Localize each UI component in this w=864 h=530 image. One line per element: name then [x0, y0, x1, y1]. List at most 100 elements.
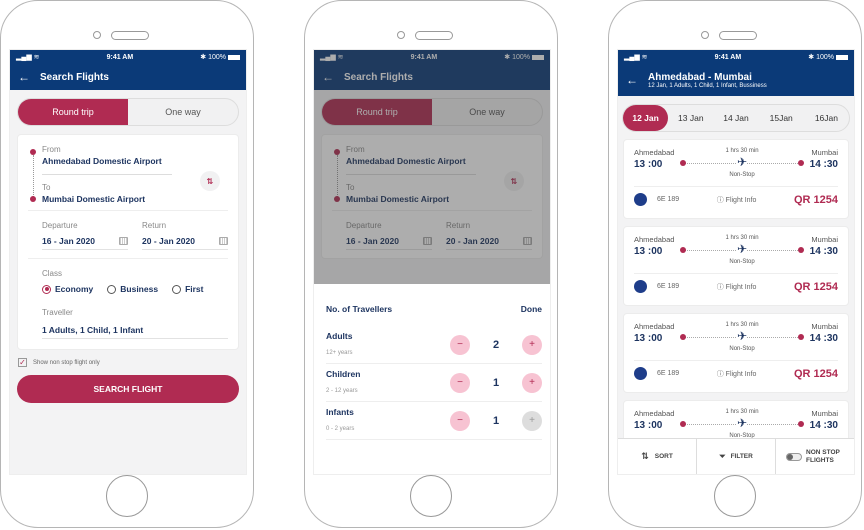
- radio-label: Business: [120, 284, 159, 294]
- airline-logo: [634, 367, 647, 380]
- date-tab[interactable]: 14 Jan: [713, 113, 758, 123]
- destination-dot: [797, 247, 804, 253]
- departure-time: 13 :00: [634, 420, 663, 431]
- plus-button[interactable]: +: [522, 334, 542, 355]
- home-button[interactable]: [410, 475, 452, 517]
- flight-info-label: Flight Info: [725, 370, 757, 378]
- speaker: [719, 31, 757, 40]
- stops-label: Non-Stop: [729, 346, 755, 352]
- plus-button[interactable]: +: [522, 372, 542, 393]
- search-form: From Ahmedabad Domestic Airport To Mumba…: [17, 134, 239, 350]
- flight-duration: 1 hrs 30 min: [725, 235, 759, 241]
- count-value: 1: [492, 376, 500, 389]
- to-field[interactable]: To Mumbai Domestic Airport: [42, 183, 228, 204]
- toggle-switch[interactable]: [786, 452, 802, 461]
- stops-label: Non-Stop: [729, 172, 755, 178]
- search-screen: ▂▄▆ ≋ 9:41 AM ✱ 100% ← Search Flights Round…: [9, 49, 247, 475]
- trip-type-toggle: Round trip One way: [17, 98, 239, 126]
- class-label: Class: [42, 269, 63, 278]
- back-arrow-icon[interactable]: ←: [626, 73, 638, 87]
- date-tab[interactable]: 13 Jan: [668, 113, 713, 123]
- departure-time: 13 :00: [634, 333, 663, 344]
- row-label: Adults: [326, 330, 353, 341]
- battery-indicator: ✱ 100%: [200, 53, 240, 61]
- filter-button[interactable]: ⏷ FILTER: [697, 439, 776, 474]
- phone-results: ▂▄▆ ≋ 9:41 AM ✱ 100% ← Ahmedabad - Mumbai 1…: [608, 0, 862, 528]
- home-button[interactable]: [106, 475, 148, 517]
- plus-button-disabled[interactable]: +: [522, 410, 542, 431]
- minus-button[interactable]: −: [450, 334, 470, 355]
- flight-card[interactable]: Ahmedabad 13 :00 1 hrs 30 min ✈ Non-Stop …: [623, 313, 849, 393]
- from-divider: [42, 174, 172, 175]
- filter-label: FILTER: [730, 453, 753, 460]
- status-bar: ▂▄▆ ≋ 9:41 AM ✱ 100%: [618, 50, 854, 64]
- arrival-time: 14 :30: [809, 159, 838, 170]
- tab-round-trip[interactable]: Round trip: [18, 99, 128, 125]
- flight-info-link[interactable]: ⓘ Flight Info: [679, 282, 794, 292]
- flight-info-label: Flight Info: [725, 283, 757, 291]
- swap-icon[interactable]: ⇅: [200, 171, 220, 191]
- speaker: [111, 31, 149, 40]
- search-flight-button[interactable]: SEARCH FLIGHT: [17, 375, 239, 403]
- departure-field[interactable]: Departure 16 - Jan 2020: [42, 221, 128, 250]
- phone-travellers: ▂▄▆ ≋ 9:41 AM ✱ 100% ← Search Flights Round…: [304, 0, 558, 528]
- return-value: 20 - Jan 2020: [142, 236, 195, 246]
- departure-time: 13 :00: [634, 159, 663, 170]
- radio-economy[interactable]: Economy: [42, 284, 93, 294]
- plane-icon: ✈: [737, 416, 748, 430]
- traveller-field[interactable]: Traveller 1 Adults, 1 Child, 1 Infant: [18, 298, 238, 349]
- return-field[interactable]: Return 20 - Jan 2020: [142, 221, 228, 250]
- flight-card[interactable]: Ahmedabad 13 :00 1 hrs 30 min ✈ Non-Stop …: [623, 226, 849, 306]
- radio-business[interactable]: Business: [107, 284, 158, 294]
- search-summary: 12 Jan, 1 Adults, 1 Child, 1 Infant, Bus…: [648, 82, 767, 89]
- radio-first[interactable]: First: [172, 284, 203, 294]
- plane-icon: ✈: [737, 155, 748, 169]
- battery-indicator: ✱ 100%: [808, 53, 848, 61]
- plane-icon: ✈: [737, 329, 748, 343]
- date-tab[interactable]: 16Jan: [804, 113, 849, 123]
- return-label: Return: [142, 221, 167, 230]
- calendar-icon[interactable]: [119, 237, 128, 245]
- flight-card[interactable]: Ahmedabad 13 :00 1 hrs 30 min ✈ Non-Stop …: [623, 139, 849, 219]
- sort-button[interactable]: ⇅ SORT: [618, 439, 697, 474]
- traveller-row-adults: Adults 12+ years − 2 +: [326, 326, 542, 364]
- date-tab[interactable]: 12 Jan: [623, 105, 669, 131]
- calendar-icon[interactable]: [219, 237, 228, 245]
- flight-info-link[interactable]: ⓘ Flight Info: [679, 195, 794, 205]
- results-header: ← Ahmedabad - Mumbai 12 Jan, 1 Adults, 1 …: [618, 64, 854, 96]
- done-button[interactable]: Done: [521, 304, 542, 314]
- home-button[interactable]: [714, 475, 756, 517]
- flight-code: 6E 189: [657, 370, 680, 377]
- departure-time: 13 :00: [634, 246, 663, 257]
- to-value: Mumbai Domestic Airport: [42, 194, 146, 204]
- date-tab[interactable]: 15Jan: [759, 113, 804, 123]
- results-screen: ▂▄▆ ≋ 9:41 AM ✱ 100% ← Ahmedabad - Mumbai 1…: [617, 49, 855, 475]
- back-arrow-icon[interactable]: ←: [18, 70, 30, 84]
- flight-code: 6E 189: [657, 283, 680, 290]
- minus-button[interactable]: −: [450, 410, 470, 431]
- dates-section: Departure 16 - Jan 2020 Return 20 - Jan …: [18, 211, 238, 258]
- from-value: Ahmedabad Domestic Airport: [42, 156, 162, 166]
- row-sublabel: 2 - 12 years: [326, 387, 358, 394]
- minus-button[interactable]: −: [450, 372, 470, 393]
- from-field[interactable]: From Ahmedabad Domestic Airport: [42, 145, 228, 166]
- status-time: 9:41 AM: [714, 53, 742, 61]
- row-sublabel: 12+ years: [326, 349, 353, 356]
- to-dot: [30, 196, 36, 202]
- camera: [93, 31, 101, 39]
- tab-one-way[interactable]: One way: [128, 99, 238, 125]
- radio-icon: [107, 284, 117, 294]
- departure-label: Departure: [42, 221, 78, 230]
- flight-info-link[interactable]: ⓘ Flight Info: [679, 369, 794, 379]
- origin-dot: [680, 421, 687, 427]
- nonstop-toggle[interactable]: NON STOP FLIGHTS: [776, 439, 854, 474]
- signal-icon: ▂▄▆ ≋: [16, 54, 40, 61]
- destination-dot: [797, 421, 804, 427]
- route-title: Ahmedabad - Mumbai: [648, 71, 752, 83]
- nonstop-checkbox[interactable]: ✓ Show non stop flight only: [18, 358, 238, 367]
- airline-logo: [634, 193, 647, 206]
- stops-label: Non-Stop: [729, 259, 755, 265]
- radio-label: First: [185, 284, 204, 294]
- sheet-title: No. of Travellers: [326, 304, 393, 314]
- speaker: [415, 31, 453, 40]
